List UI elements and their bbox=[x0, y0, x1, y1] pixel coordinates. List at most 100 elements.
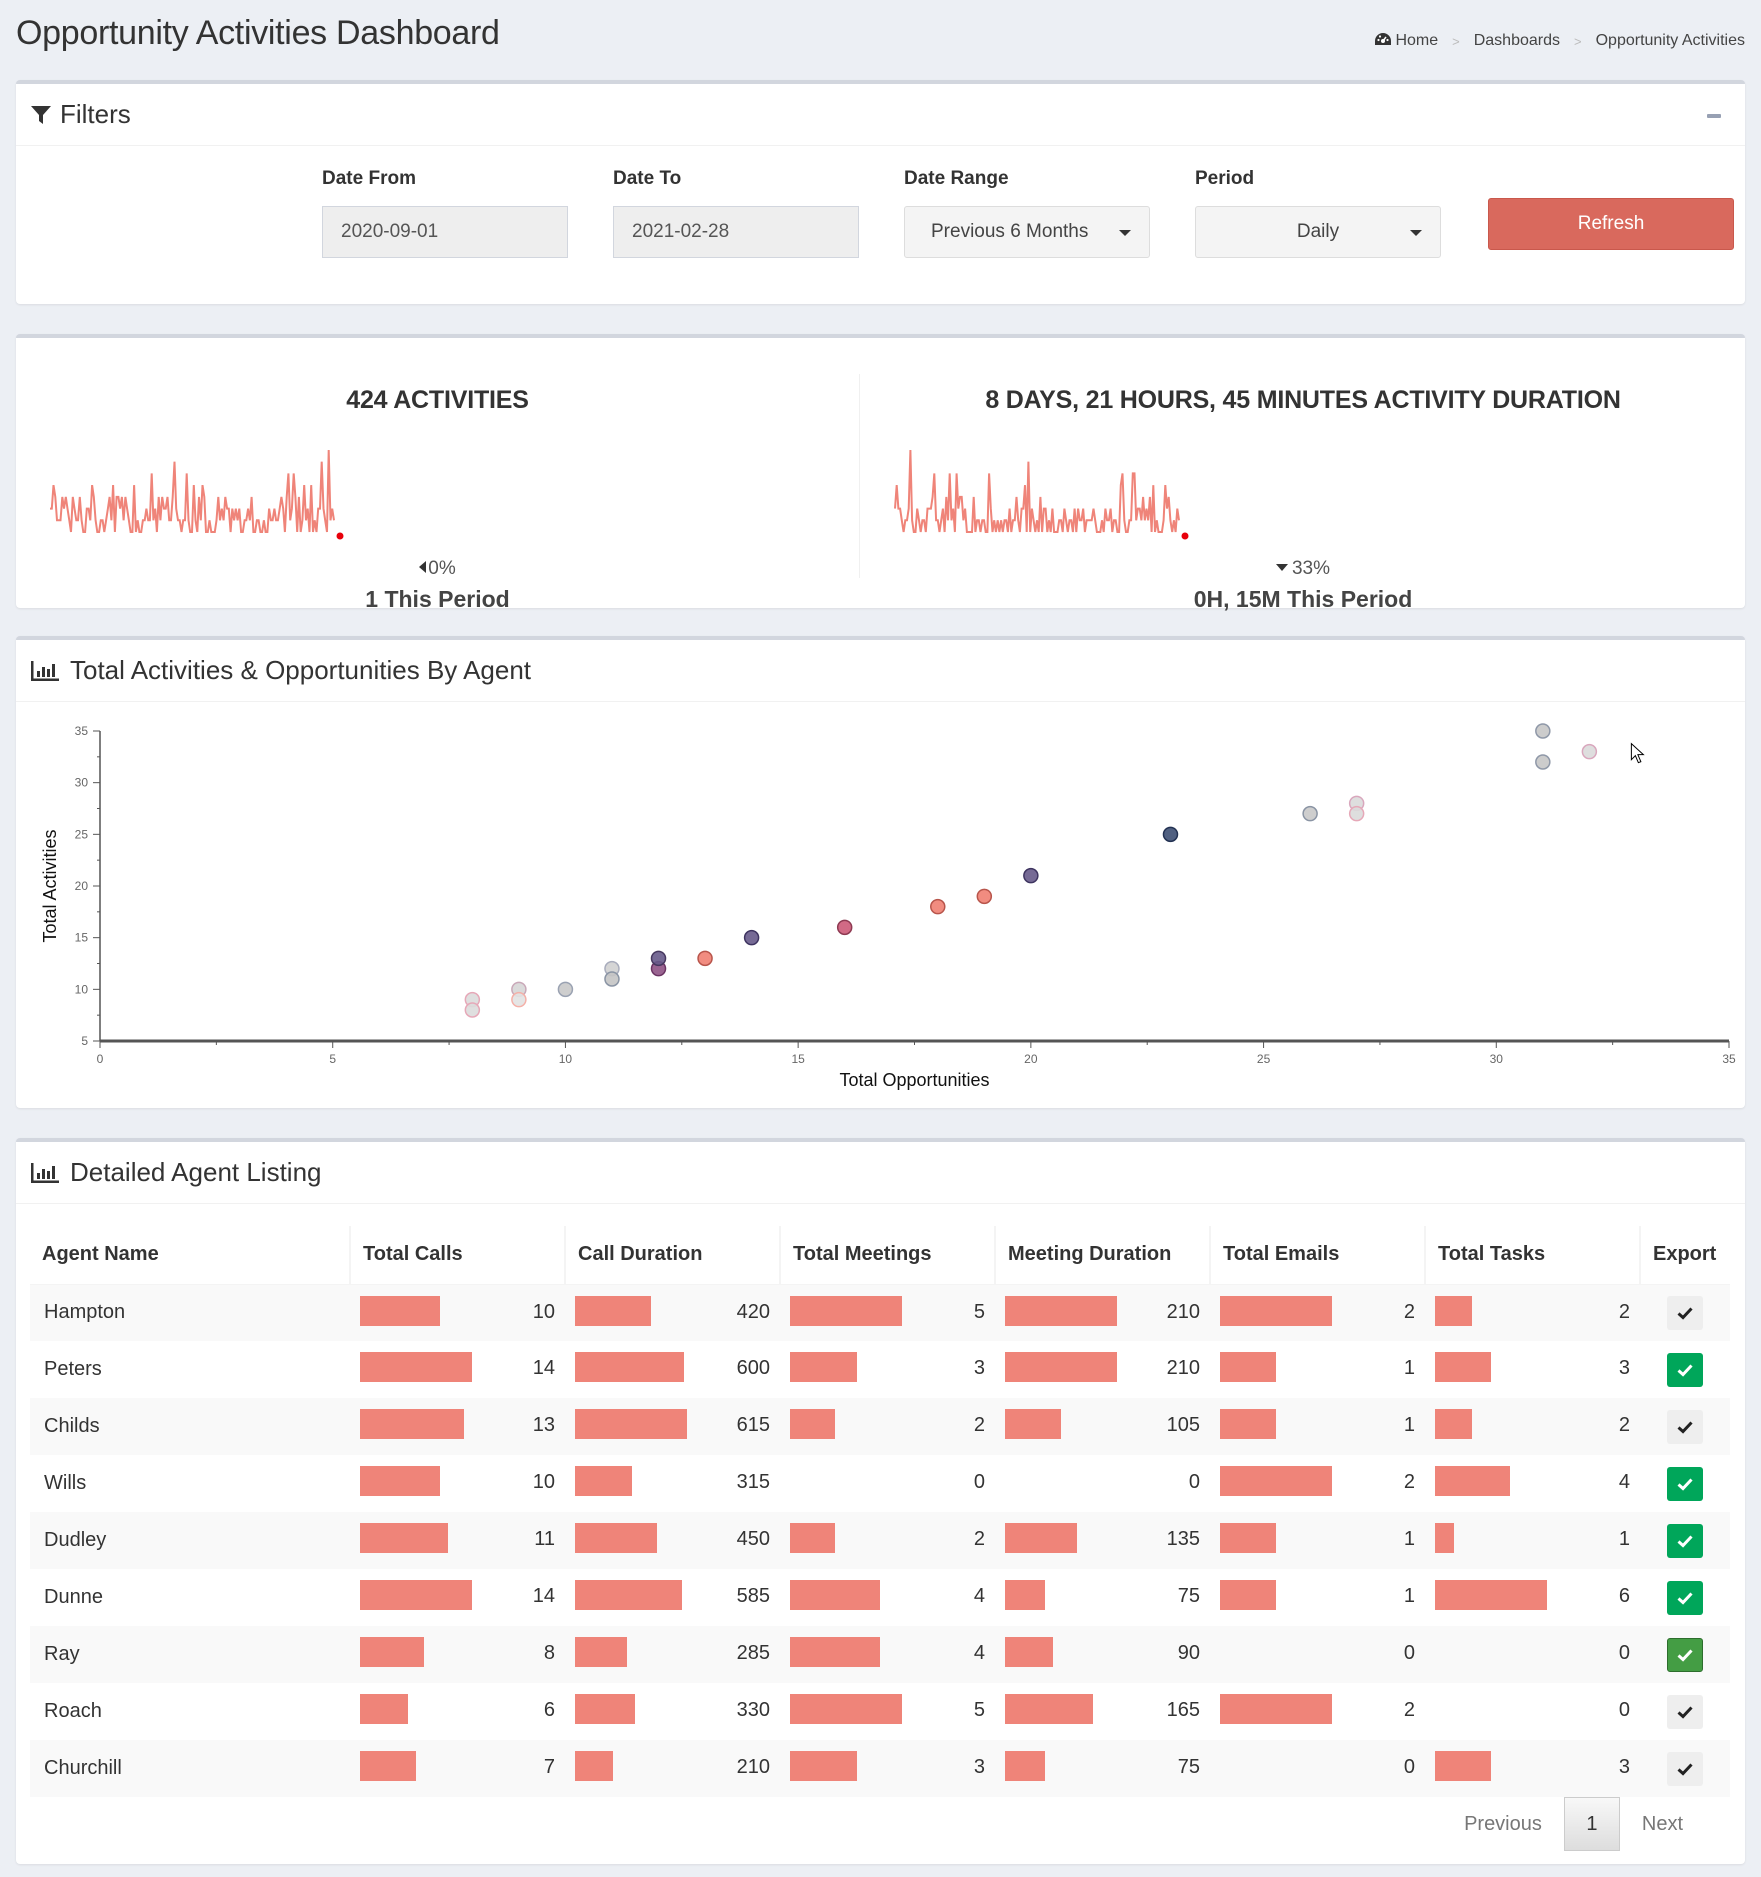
export-checkbox[interactable] bbox=[1667, 1409, 1703, 1444]
date-from-label: Date From bbox=[322, 168, 416, 189]
cell-call-duration: 315 bbox=[565, 1455, 780, 1512]
cell-value: 0 bbox=[1618, 1699, 1630, 1721]
cell-meeting-duration: 0 bbox=[995, 1455, 1210, 1512]
export-checkbox[interactable] bbox=[1667, 1523, 1703, 1558]
kpi-panel: 424 ACTIVITIES 0% 1 This Period 8 DAYS, … bbox=[16, 334, 1745, 612]
kpi-activities-change-value: 0% bbox=[428, 558, 456, 579]
table-row: Dudley 11 450 2 135 1 1 bbox=[30, 1512, 1730, 1569]
cell-value: 5 bbox=[973, 1699, 985, 1721]
table-row: Childs 13 615 2 105 1 2 bbox=[30, 1398, 1730, 1455]
date-to-input[interactable]: 2021-02-28 bbox=[613, 206, 859, 258]
filter-icon bbox=[31, 105, 51, 124]
cell-value: 4 bbox=[973, 1585, 985, 1607]
export-checkbox[interactable] bbox=[1667, 1637, 1703, 1672]
cell-value: 135 bbox=[1166, 1528, 1200, 1550]
page-header: Opportunity Activities Dashboard Home > … bbox=[16, 14, 1745, 64]
x-tick-label: 15 bbox=[791, 1052, 805, 1066]
filters-title: Filters bbox=[60, 99, 131, 129]
value-bar bbox=[360, 1523, 448, 1553]
period-select[interactable]: Daily bbox=[1195, 206, 1441, 258]
pagination-page[interactable]: 1 bbox=[1563, 1797, 1620, 1851]
column-header[interactable]: Agent Name bbox=[30, 1226, 351, 1285]
check-icon bbox=[1677, 1648, 1693, 1662]
scatter-point bbox=[1023, 867, 1039, 884]
cell-value: 285 bbox=[736, 1642, 770, 1664]
column-header[interactable]: Meeting Duration bbox=[995, 1226, 1211, 1285]
kpi-duration: 8 DAYS, 21 HOURS, 45 MINUTES ACTIVITY DU… bbox=[861, 374, 1745, 612]
cell-call-duration: 210 bbox=[565, 1740, 780, 1797]
scatter-chart: 51015202530350 5 10 15 20 25 30 35Total Opportu… bbox=[40, 723, 1736, 1090]
date-from-group: Date From 2020-09-01 bbox=[322, 168, 568, 258]
value-bar bbox=[790, 1295, 902, 1326]
scatter-point bbox=[464, 1002, 481, 1018]
column-header[interactable]: Call Duration bbox=[565, 1226, 781, 1285]
column-header[interactable]: Total Meetings bbox=[780, 1226, 996, 1285]
check-icon bbox=[1677, 1705, 1693, 1719]
scatter-point bbox=[604, 971, 620, 987]
cell-value: 0 bbox=[1188, 1471, 1200, 1493]
column-header[interactable]: Total Calls bbox=[350, 1226, 566, 1285]
cell-export bbox=[1640, 1683, 1730, 1740]
sparkline-last-point bbox=[336, 532, 344, 540]
value-bar bbox=[1005, 1409, 1061, 1439]
pagination-next[interactable]: Next bbox=[1620, 1797, 1705, 1851]
value-bar bbox=[790, 1637, 880, 1667]
value-bar bbox=[1435, 1580, 1547, 1610]
cell-export bbox=[1640, 1455, 1730, 1512]
scatter-point bbox=[1162, 826, 1179, 843]
value-bar bbox=[1005, 1694, 1093, 1724]
cell-export bbox=[1640, 1569, 1730, 1626]
value-bar bbox=[1005, 1352, 1117, 1382]
export-checkbox[interactable] bbox=[1667, 1694, 1703, 1729]
cell-meeting-duration: 75 bbox=[995, 1740, 1210, 1797]
export-checkbox[interactable] bbox=[1667, 1751, 1703, 1786]
value-bar bbox=[575, 1352, 685, 1382]
collapse-button[interactable] bbox=[1705, 106, 1723, 124]
listing-header: Detailed Agent Listing bbox=[16, 1142, 1745, 1204]
x-tick-label: 20 bbox=[1024, 1052, 1038, 1066]
export-checkbox[interactable] bbox=[1667, 1466, 1703, 1501]
table-row: Churchill 7 210 3 75 0 3 bbox=[30, 1740, 1730, 1797]
cell-value: 10 bbox=[532, 1300, 555, 1323]
cell-value: 0 bbox=[1618, 1642, 1630, 1664]
value-bar bbox=[1435, 1466, 1510, 1496]
cell-value: 315 bbox=[736, 1471, 770, 1493]
minus-icon bbox=[1707, 114, 1721, 118]
export-checkbox[interactable] bbox=[1667, 1295, 1703, 1330]
value-bar bbox=[360, 1352, 472, 1382]
y-tick-label: 15 bbox=[75, 931, 89, 945]
refresh-button[interactable]: Refresh bbox=[1488, 198, 1734, 250]
value-bar bbox=[360, 1637, 424, 1667]
cell-value: 450 bbox=[736, 1528, 770, 1550]
date-from-input[interactable]: 2020-09-01 bbox=[322, 206, 568, 258]
value-bar bbox=[1220, 1352, 1276, 1382]
export-checkbox[interactable] bbox=[1667, 1580, 1703, 1615]
breadcrumb-home[interactable]: Home bbox=[1374, 32, 1438, 50]
value-bar bbox=[1005, 1295, 1117, 1326]
cell-calls: 7 bbox=[350, 1740, 565, 1797]
column-header[interactable]: Total Tasks bbox=[1425, 1226, 1641, 1285]
cell-call-duration: 585 bbox=[565, 1569, 780, 1626]
cell-meetings: 2 bbox=[780, 1512, 995, 1569]
column-header: Export bbox=[1640, 1226, 1730, 1285]
scatter-point bbox=[1535, 723, 1551, 739]
cell-value: 14 bbox=[532, 1357, 555, 1379]
y-axis-label: Total Activities bbox=[40, 829, 60, 942]
table-row: Roach 6 330 5 165 2 0 bbox=[30, 1683, 1730, 1740]
check-icon bbox=[1677, 1363, 1693, 1377]
cell-value: 3 bbox=[1618, 1357, 1630, 1379]
breadcrumb-dashboards[interactable]: Dashboards bbox=[1474, 32, 1560, 50]
cell-tasks: 0 bbox=[1425, 1683, 1640, 1740]
x-tick-label: 35 bbox=[1722, 1052, 1736, 1066]
export-checkbox[interactable] bbox=[1667, 1352, 1703, 1387]
caret-left-icon bbox=[419, 561, 427, 573]
cell-value: 1 bbox=[1403, 1414, 1415, 1436]
value-bar bbox=[360, 1751, 416, 1781]
date-range-select[interactable]: Previous 6 Months bbox=[904, 206, 1150, 258]
agent-name: Ray bbox=[30, 1626, 350, 1683]
pagination-previous[interactable]: Previous bbox=[1442, 1797, 1564, 1851]
cell-value: 3 bbox=[973, 1357, 985, 1379]
column-header[interactable]: Total Emails bbox=[1210, 1226, 1426, 1285]
table-row: Peters 14 600 3 210 1 3 bbox=[30, 1341, 1730, 1398]
cell-meeting-duration: 210 bbox=[995, 1341, 1210, 1398]
